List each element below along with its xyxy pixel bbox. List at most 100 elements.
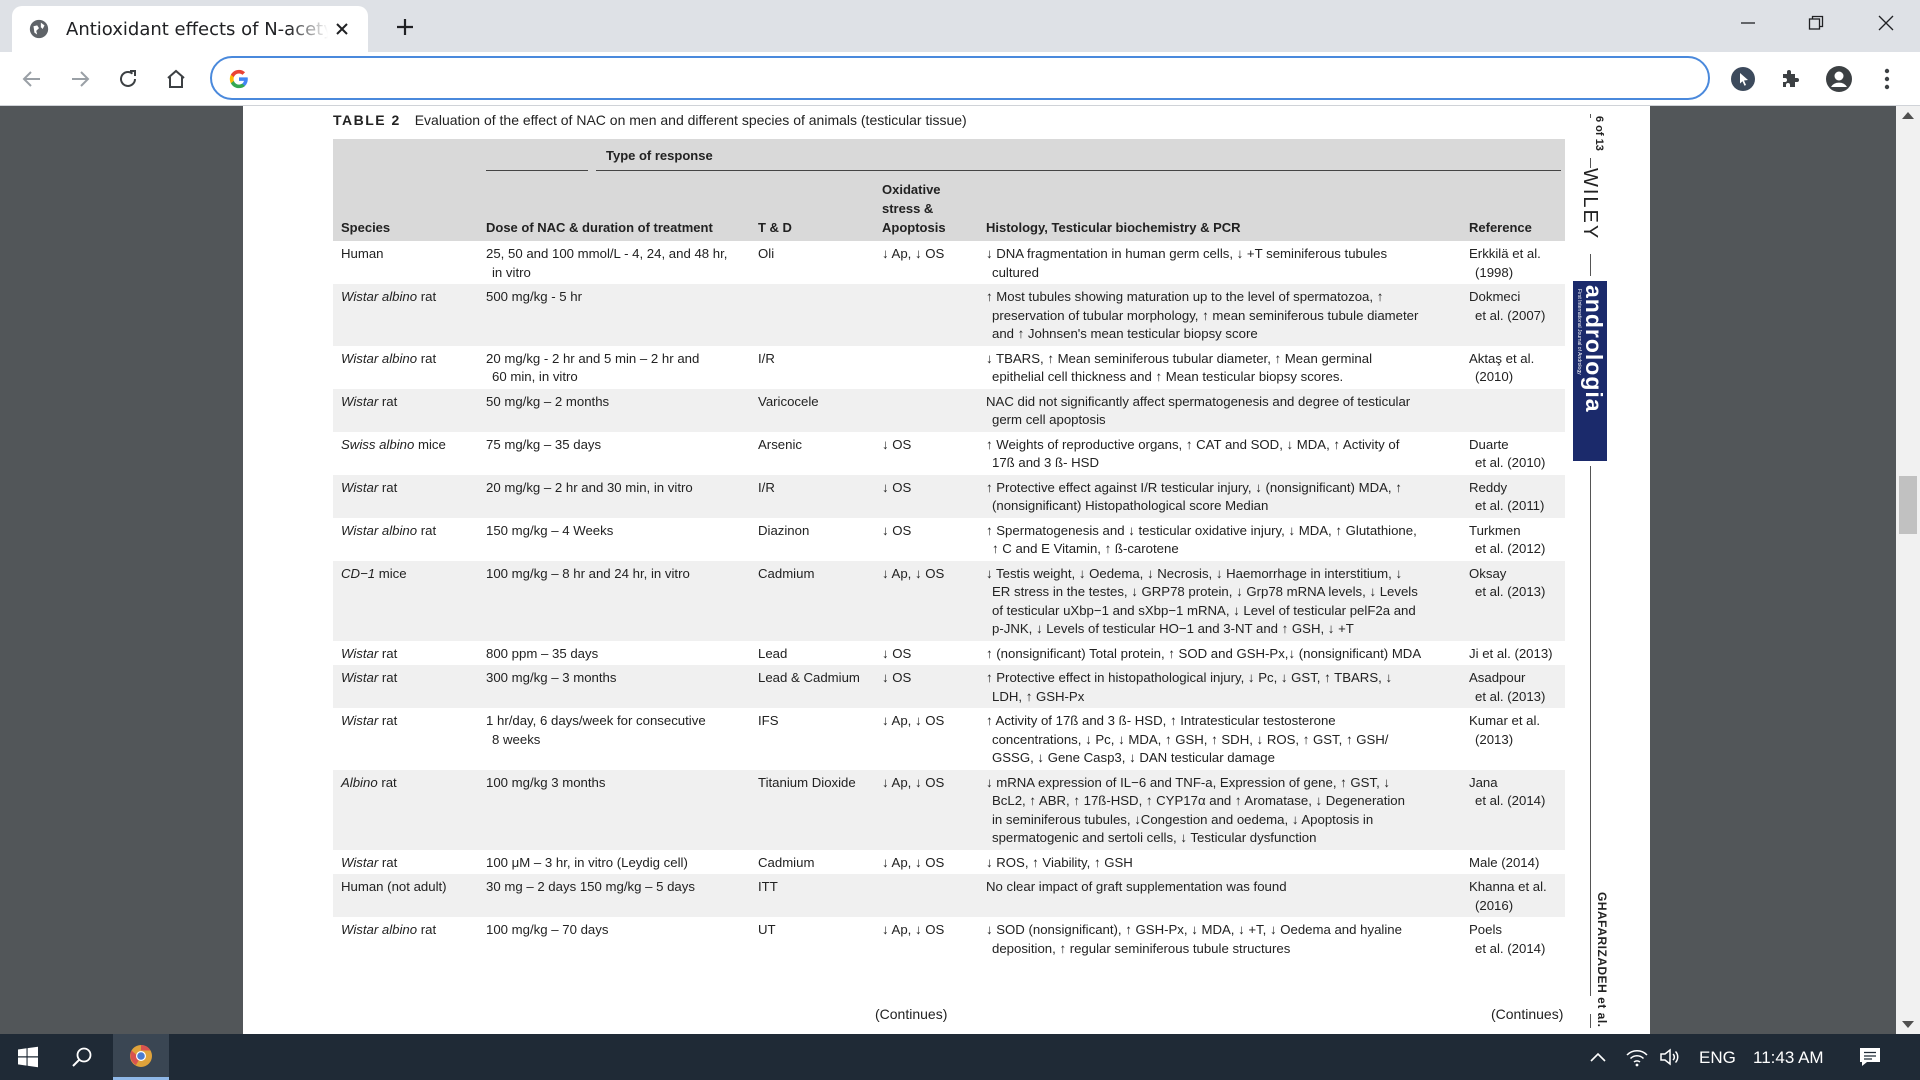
td-value: Lead: [758, 645, 788, 661]
cell-species: Wistar rat: [333, 475, 478, 518]
table-row: Human 25, 50 and 100 mmol/L - 4, 24, and …: [333, 241, 1565, 284]
scrollbar-thumb[interactable]: [1899, 476, 1917, 534]
histology-line: germ cell apoptosis: [992, 412, 1106, 427]
species-name: rat: [378, 854, 398, 870]
reload-button[interactable]: [110, 61, 146, 97]
histology-line: ↓ TBARS, ↑ Mean seminiferous tubular dia…: [986, 350, 1373, 366]
home-button[interactable]: [158, 61, 194, 97]
table-row: Wistar rat 1 hr/day, 6 days/week for cons…: [333, 708, 1565, 770]
reference-line: Dokmeci: [1469, 289, 1521, 304]
cell-species: Wistar albino rat: [333, 346, 478, 389]
restore-button[interactable]: [1796, 8, 1836, 38]
language-indicator[interactable]: ENG: [1699, 1048, 1736, 1068]
side-rule-top: [1590, 114, 1591, 118]
header-oxidative-2: stress &: [882, 201, 934, 216]
vertical-scrollbar[interactable]: [1896, 106, 1920, 1034]
scroll-up-arrow-icon[interactable]: [1902, 112, 1914, 119]
header-td: T & D: [758, 220, 792, 235]
dose-line: 100 μM – 3 hr, in vitro (Leydig cell): [486, 854, 688, 870]
histology-line: p-JNK, ↓ Levels of testicular HO−1 and 3…: [992, 621, 1354, 636]
species-genus: Swiss albino: [341, 436, 415, 452]
clock[interactable]: 11:43 AM: [1753, 1048, 1824, 1068]
logo-name: andrologia: [1581, 285, 1607, 413]
cell-histology: ↑ Weights of reproductive organs, ↑ CAT …: [978, 432, 1461, 475]
species-genus: Wistar albino: [341, 922, 418, 937]
browser-tab-active[interactable]: Antioxidant effects of N-acetylcysteine: [12, 6, 368, 52]
minimize-button[interactable]: [1728, 8, 1768, 38]
address-input[interactable]: [264, 64, 1664, 92]
show-hidden-icons-button[interactable]: [1584, 1034, 1612, 1080]
oxidative-value: ↓ Ap, ↓ OS: [882, 246, 945, 261]
species-genus: Wistar: [341, 713, 379, 728]
reference-line: et al. (2012): [1475, 541, 1546, 556]
extensions-button[interactable]: [1774, 62, 1808, 96]
cell-reference: Khanna et al. (2016): [1461, 874, 1565, 917]
address-bar[interactable]: [210, 56, 1710, 100]
pdf-viewer[interactable]: TABLE 2 Evaluation of the effect of NAC …: [0, 106, 1920, 1034]
oxidative-value: ↓ Ap, ↓ OS: [882, 774, 945, 790]
cell-dose: 1 hr/day, 6 days/week for consecutive 8 w…: [478, 708, 750, 770]
table-body: Human 25, 50 and 100 mmol/L - 4, 24, and …: [333, 241, 1565, 960]
cell-histology: ↑ Most tubules showing maturation up to …: [978, 284, 1461, 346]
cell-oxidative: ↓ OS: [874, 432, 978, 475]
histology-line: in seminiferous tubules, ↓Congestion and…: [992, 811, 1374, 827]
header-oxidative-3: Apoptosis: [882, 220, 946, 235]
start-button[interactable]: [6, 1034, 50, 1080]
cell-species: Wistar rat: [333, 708, 478, 770]
header-rule-right: [596, 170, 1561, 171]
scroll-down-arrow-icon[interactable]: [1902, 1021, 1914, 1028]
header-histology: Histology, Testicular biochemistry & PCR: [986, 220, 1241, 235]
cell-oxidative: [874, 874, 978, 917]
reference-line: Erkkilä et al.: [1469, 246, 1541, 261]
cell-td: Varicocele: [750, 389, 874, 432]
cell-species: CD−1 mice: [333, 561, 478, 641]
histology-line: LDH, ↑ GSH-Px: [992, 688, 1085, 704]
dose-line: 100 mg/kg 3 months: [486, 774, 606, 790]
back-button[interactable]: [14, 61, 50, 97]
close-tab-icon[interactable]: [330, 17, 354, 41]
reference-line: et al. (2011): [1475, 498, 1545, 513]
oxidative-value: ↓ Ap, ↓ OS: [882, 713, 945, 728]
reference-line: Aktaş et al.: [1469, 350, 1535, 366]
reference-line: (2013): [1475, 731, 1514, 747]
cell-td: I/R: [750, 346, 874, 389]
windows-logo-icon: [18, 1046, 38, 1068]
reference-line: (2010): [1475, 369, 1514, 384]
cell-histology: ↓ SOD (nonsignificant), ↑ GSH-Px, ↓ MDA,…: [978, 917, 1461, 960]
cell-td: Arsenic: [750, 432, 874, 475]
search-button[interactable]: [60, 1034, 104, 1080]
histology-line: BcL2, ↑ ABR, ↑ 17ß-HSD, ↑ CYP17α and ↑ A…: [992, 793, 1405, 808]
header-dose: Dose of NAC & duration of treatment: [486, 220, 713, 235]
forward-button[interactable]: [62, 61, 98, 97]
cell-species: Albino rat: [333, 770, 478, 850]
author-running-head: GHAFARIZADEH et al.: [1595, 892, 1609, 1028]
td-value: I/R: [758, 479, 775, 495]
menu-button[interactable]: [1870, 62, 1904, 96]
species-genus: CD−1: [341, 565, 376, 581]
cell-reference: Poels et al. (2014): [1461, 917, 1565, 960]
cell-td: Cadmium: [750, 850, 874, 875]
network-button[interactable]: [1622, 1034, 1652, 1080]
species-name: rat: [378, 393, 398, 409]
profile-button[interactable]: [1822, 62, 1856, 96]
new-tab-button[interactable]: [390, 12, 420, 42]
cell-dose: 20 mg/kg - 2 hr and 5 min – 2 hr and 60 m…: [478, 346, 750, 389]
volume-button[interactable]: [1656, 1034, 1686, 1080]
histology-line: (nonsignificant) Histopathological score…: [992, 498, 1269, 513]
cell-reference: Erkkilä et al. (1998): [1461, 241, 1565, 284]
reference-line: Turkmen: [1469, 522, 1521, 538]
cell-reference: Male (2014): [1461, 850, 1565, 875]
cell-oxidative: [874, 284, 978, 346]
close-window-button[interactable]: [1866, 8, 1906, 38]
td-value: Cadmium: [758, 565, 815, 581]
cell-histology: ↓ Testis weight, ↓ Oedema, ↓ Necrosis, ↓…: [978, 561, 1461, 641]
publisher-wiley: WILEY: [1579, 168, 1601, 241]
extension-button-cursor[interactable]: [1726, 62, 1760, 96]
taskbar-chrome-app[interactable]: [113, 1034, 169, 1080]
table-row: Wistar rat 20 mg/kg – 2 hr and 30 min, in…: [333, 474, 1565, 518]
chevron-up-icon: [1590, 1052, 1606, 1062]
histology-line: ↑ Spermatogenesis and ↓ testicular oxida…: [986, 522, 1417, 538]
search-icon: [72, 1047, 92, 1067]
cell-species: Wistar albino rat: [333, 917, 478, 960]
action-center-button[interactable]: [1854, 1034, 1886, 1080]
